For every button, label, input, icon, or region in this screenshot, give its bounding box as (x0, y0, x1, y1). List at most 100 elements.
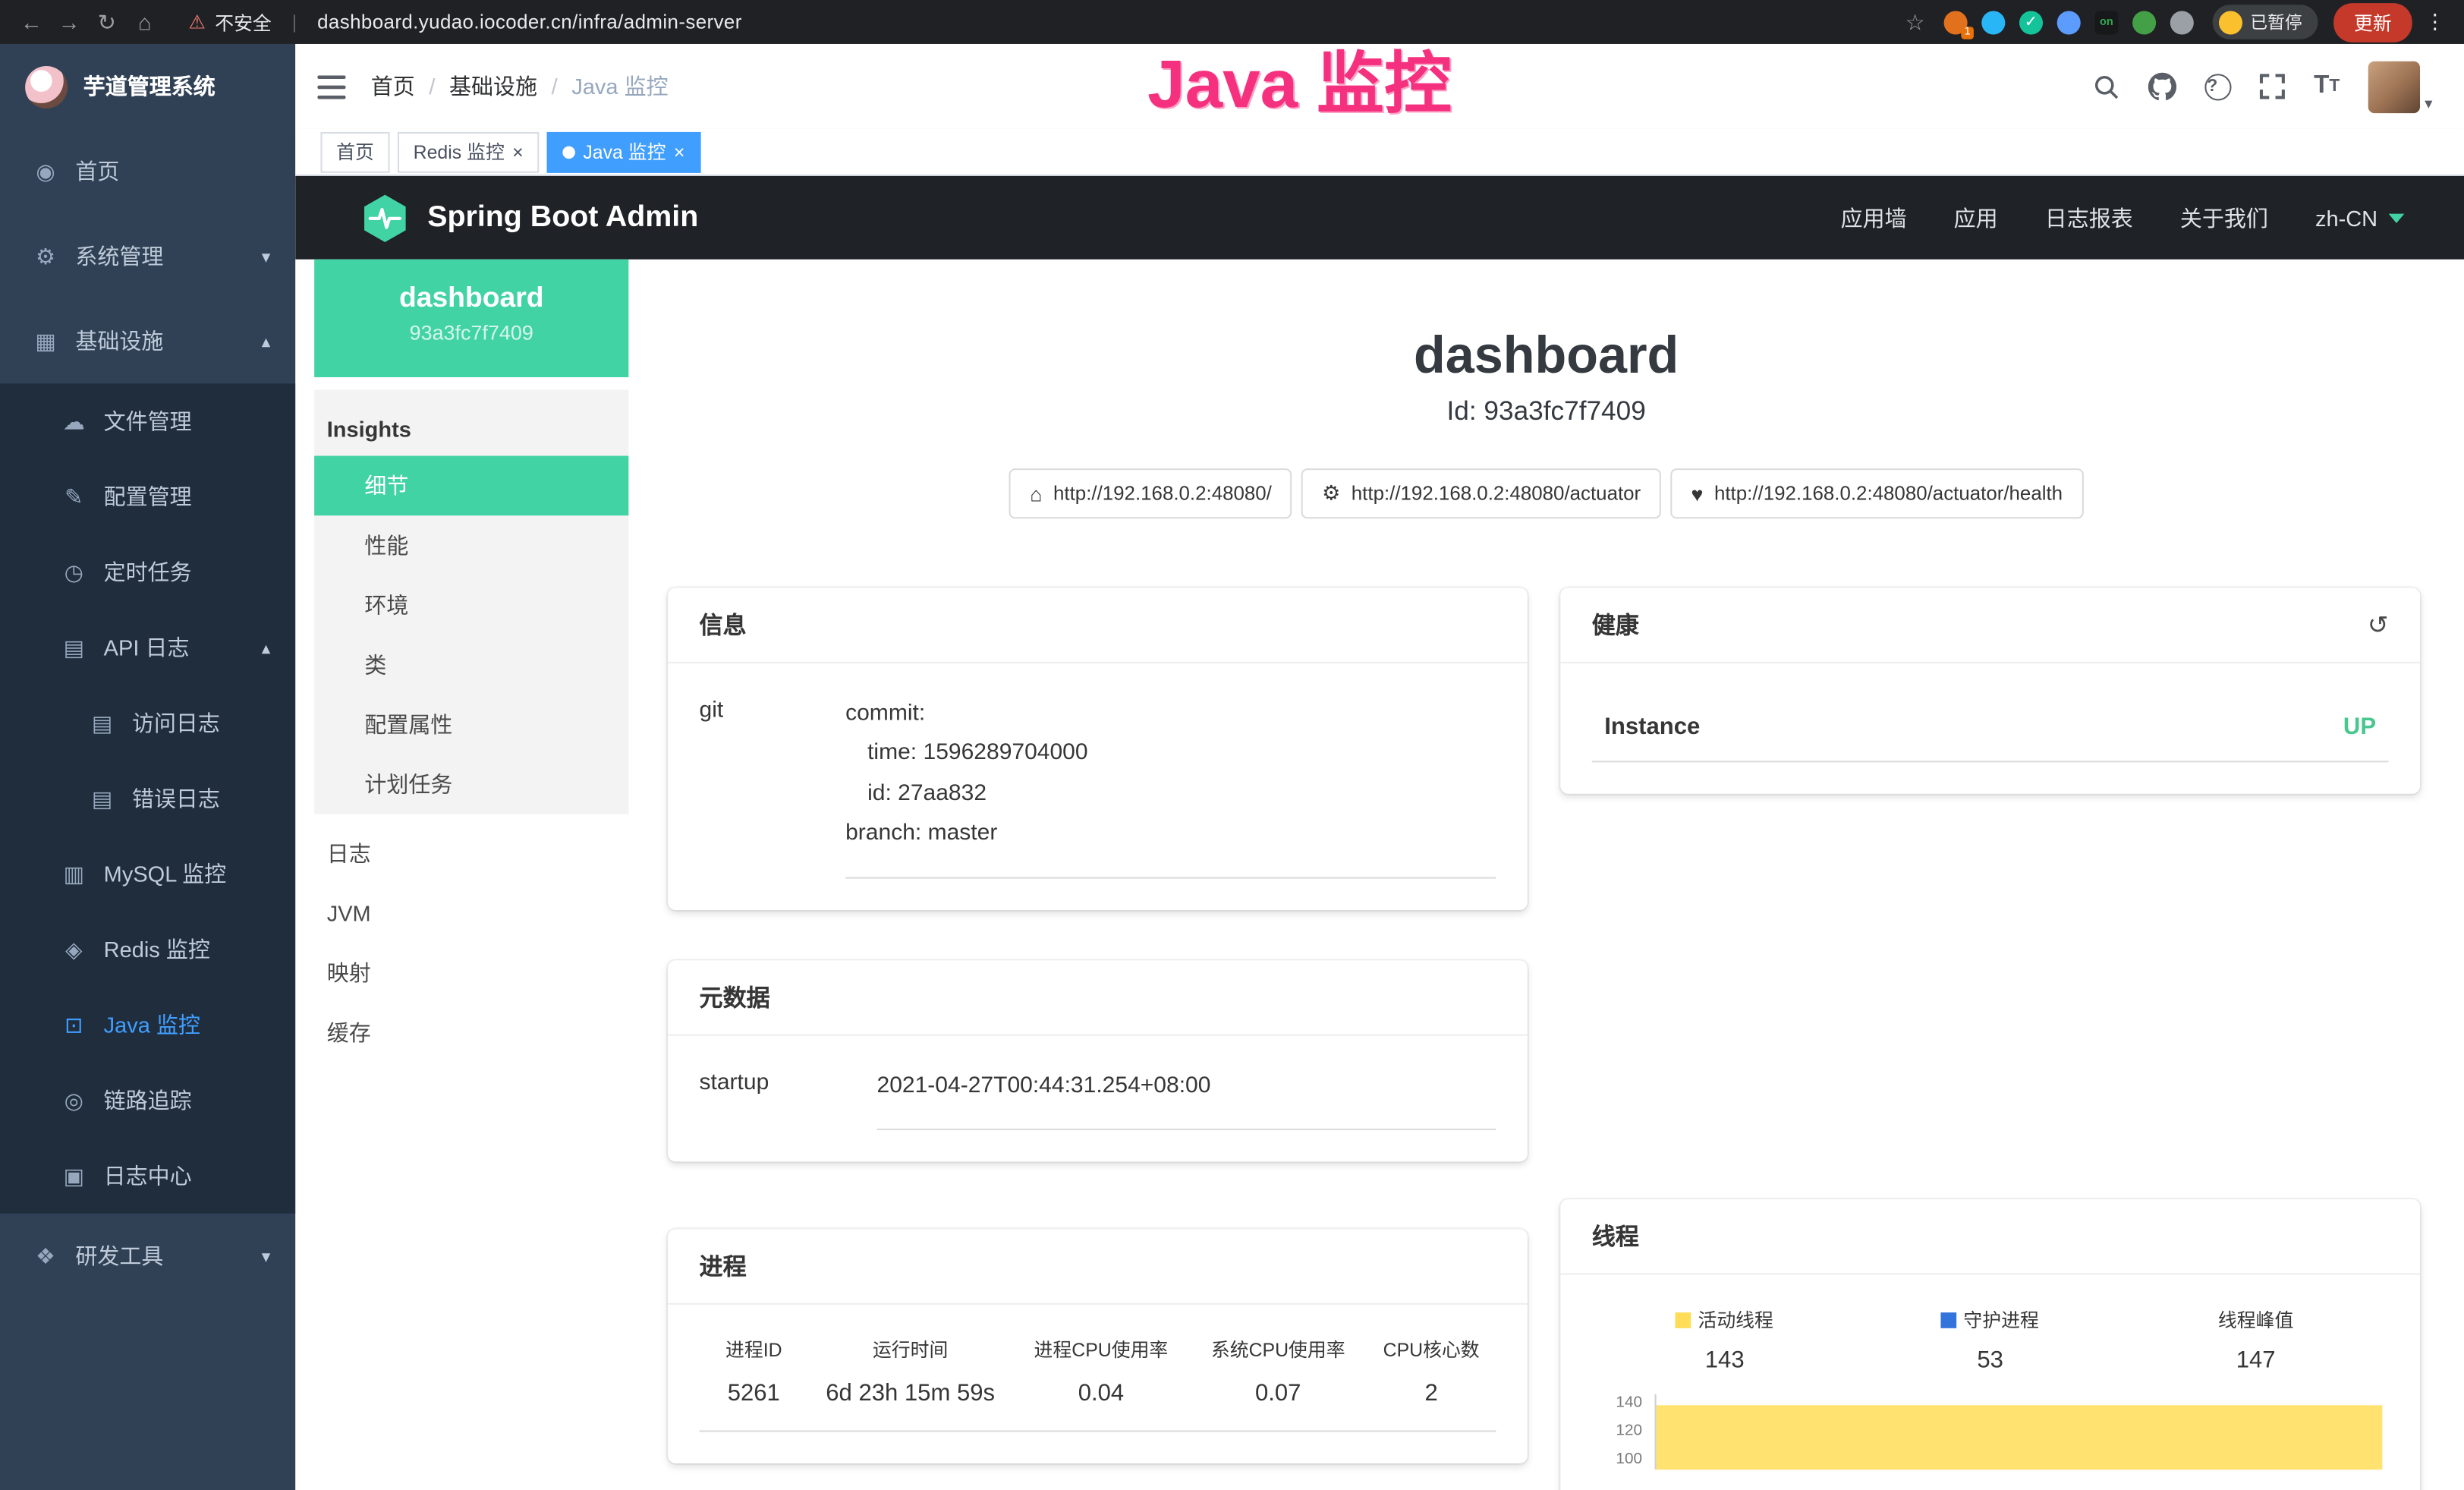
tab-redis-monitor[interactable]: Redis 监控 × (398, 131, 539, 172)
sba-instance-header[interactable]: dashboard 93a3fc7f7409 (314, 260, 628, 377)
tab-home[interactable]: 首页 (320, 131, 389, 172)
sba-item-classes[interactable]: 类 (314, 635, 628, 695)
hamburger-icon[interactable] (317, 74, 345, 98)
home-icon: ⌂ (1030, 482, 1042, 506)
sba-nav-applications[interactable]: 应用 (1954, 202, 1998, 233)
threads-legend: 活动线程 守护进程 线程峰值 (1592, 1306, 2389, 1333)
fullscreen-icon[interactable] (2261, 74, 2286, 99)
sidebar-item-log-center[interactable]: ▣ 日志中心 (0, 1138, 295, 1213)
sba-brand[interactable]: Spring Boot Admin (361, 193, 698, 243)
tab-label: 首页 (336, 138, 374, 165)
sidebar-item-api-logs[interactable]: ▤ API 日志 ▴ (0, 610, 295, 685)
close-icon[interactable]: × (674, 140, 685, 162)
chevron-down-icon: ▾ (262, 1246, 270, 1266)
header-actions: ? TT ▾ (2094, 61, 2432, 112)
sba-nav-about[interactable]: 关于我们 (2180, 202, 2268, 233)
sidebar-item-label: 链路追踪 (104, 1085, 192, 1116)
tab-java-monitor[interactable]: Java 监控 × (547, 131, 700, 172)
sba-nav-wallboard[interactable]: 应用墙 (1841, 202, 1907, 233)
sidebar-item-java-monitor[interactable]: ⊡ Java 监控 (0, 987, 295, 1062)
profile-avatar-icon (2219, 10, 2242, 33)
search-icon[interactable] (2094, 73, 2120, 99)
extension-on-icon[interactable]: on (2094, 10, 2118, 33)
close-icon[interactable]: × (512, 140, 524, 162)
breadcrumb-separator: / (429, 74, 435, 99)
y-tick: 120 (1616, 1422, 1642, 1440)
error-log-icon: ▤ (88, 785, 116, 811)
process-table-values: 5261 6d 23h 15m 59s 0.04 0.07 2 (700, 1380, 1496, 1432)
sba-item-jvm[interactable]: JVM (314, 884, 628, 943)
sba-nav-journal[interactable]: 日志报表 (2045, 202, 2133, 233)
actuator-url-button[interactable]: ⚙ http://192.168.0.2:48080/actuator (1301, 468, 1661, 518)
access-log-icon: ▤ (88, 710, 116, 736)
sidebar-item-mysql-monitor[interactable]: ▥ MySQL 监控 (0, 836, 295, 912)
sba-item-environment[interactable]: 环境 (314, 575, 628, 635)
page-title: dashboard (628, 326, 2464, 386)
sidebar-item-scheduled-tasks[interactable]: ◷ 定时任务 (0, 534, 295, 610)
update-button[interactable]: 更新 (2333, 2, 2412, 42)
app-logo[interactable]: 芋道管理系统 (0, 44, 295, 129)
sidebar-item-label: API 日志 (104, 632, 190, 663)
extension-paw-icon[interactable] (2170, 10, 2194, 33)
service-url-button[interactable]: ⌂ http://192.168.0.2:48080/ (1009, 468, 1292, 518)
sba-item-configprops[interactable]: 配置属性 (314, 695, 628, 754)
sidebar-item-label: Java 监控 (104, 1009, 200, 1040)
security-chip[interactable]: ⚠ 不安全 | dashboard.yudao.iocoder.cn/infra… (188, 8, 741, 35)
sidebar-item-access-logs[interactable]: ▤ 访问日志 (0, 685, 295, 761)
gear-icon: ⚙ (31, 243, 59, 269)
help-icon[interactable]: ? (2205, 73, 2232, 99)
user-menu[interactable]: ▾ (2368, 61, 2433, 112)
sba-locale-select[interactable]: zh-CN (2315, 205, 2404, 230)
sidebar-item-redis-monitor[interactable]: ◈ Redis 监控 (0, 912, 295, 987)
sidebar-item-infrastructure[interactable]: ▦ 基础设施 ▴ (0, 298, 295, 383)
threads-card-header: 线程 (1560, 1199, 2420, 1274)
health-instance-row[interactable]: Instance UP (1592, 695, 2389, 762)
process-card-body: 进程ID 运行时间 进程CPU使用率 系统CPU使用率 CPU核心数 5261 (668, 1305, 1528, 1463)
sidebar-item-trace[interactable]: ◎ 链路追踪 (0, 1063, 295, 1138)
history-icon[interactable]: ↺ (2368, 609, 2389, 640)
bookmark-star-icon[interactable]: ☆ (1905, 8, 1925, 35)
sidebar-item-home[interactable]: ◉ 首页 (0, 129, 295, 214)
extension-drop-icon[interactable] (1981, 10, 2005, 33)
extension-fox-icon[interactable]: 1 (1944, 10, 1968, 33)
breadcrumb-infrastructure[interactable]: 基础设施 (449, 71, 537, 102)
extension-grid-icon[interactable] (2057, 10, 2081, 33)
sba-item-metrics[interactable]: 性能 (314, 515, 628, 575)
process-table-headers: 进程ID 运行时间 进程CPU使用率 系统CPU使用率 CPU核心数 (700, 1336, 1496, 1380)
sba-item-logs[interactable]: 日志 (314, 824, 628, 884)
sba-item-caches[interactable]: 缓存 (314, 1003, 628, 1063)
browser-home-icon[interactable]: ⌂ (126, 9, 164, 34)
sba-item-details[interactable]: 细节 (314, 456, 628, 516)
address-bar[interactable]: dashboard.yudao.iocoder.cn/infra/admin-s… (317, 11, 742, 33)
sidebar-item-dev-tools[interactable]: ❖ 研发工具 ▾ (0, 1214, 295, 1299)
trace-icon: ◎ (60, 1087, 88, 1114)
sidebar-item-error-logs[interactable]: ▤ 错误日志 (0, 761, 295, 836)
sba-insights-section: Insights 细节 性能 环境 类 配置属性 计划任务 (314, 390, 628, 814)
extension-leaf-icon[interactable] (2132, 10, 2156, 33)
card-title: 线程 (1592, 1220, 1639, 1252)
browser-menu-icon[interactable]: ⋮ (2425, 9, 2445, 34)
process-cpu-value: 0.04 (1012, 1380, 1189, 1407)
reload-icon[interactable]: ↻ (88, 8, 126, 35)
mysql-icon: ▥ (60, 861, 88, 887)
card-title: 健康 (1592, 608, 1639, 641)
sba-item-scheduled-tasks[interactable]: 计划任务 (314, 754, 628, 814)
sba-item-mappings[interactable]: 映射 (314, 943, 628, 1003)
cpu-count-value: 2 (1367, 1380, 1496, 1407)
info-row-git: git commit: time: 1596289704000 id: 27aa… (700, 695, 1496, 877)
sba-toplist: 日志 JVM 映射 缓存 (314, 824, 628, 1063)
forward-icon[interactable]: → (50, 9, 88, 34)
breadcrumb-home[interactable]: 首页 (371, 71, 415, 102)
profile-paused-badge[interactable]: 已暂停 (2213, 5, 2318, 39)
sidebar-item-system[interactable]: ⚙ 系统管理 ▾ (0, 214, 295, 299)
metadata-key: startup (700, 1066, 877, 1130)
sidebar-item-config-management[interactable]: ✎ 配置管理 (0, 459, 295, 534)
extension-check-icon[interactable]: ✓ (2019, 10, 2043, 33)
health-url-button[interactable]: ♥ http://192.168.0.2:48080/actuator/heal… (1671, 468, 2083, 518)
sidebar-item-file-management[interactable]: ☁ 文件管理 (0, 383, 295, 458)
back-icon[interactable]: ← (13, 9, 51, 34)
breadcrumb: 首页 / 基础设施 / Java 监控 (371, 71, 669, 102)
sba-content: dashboard Id: 93a3fc7f7409 ⌂ http://192.… (628, 260, 2464, 1490)
font-size-icon[interactable]: TT (2314, 72, 2340, 100)
github-icon[interactable] (2149, 72, 2177, 100)
